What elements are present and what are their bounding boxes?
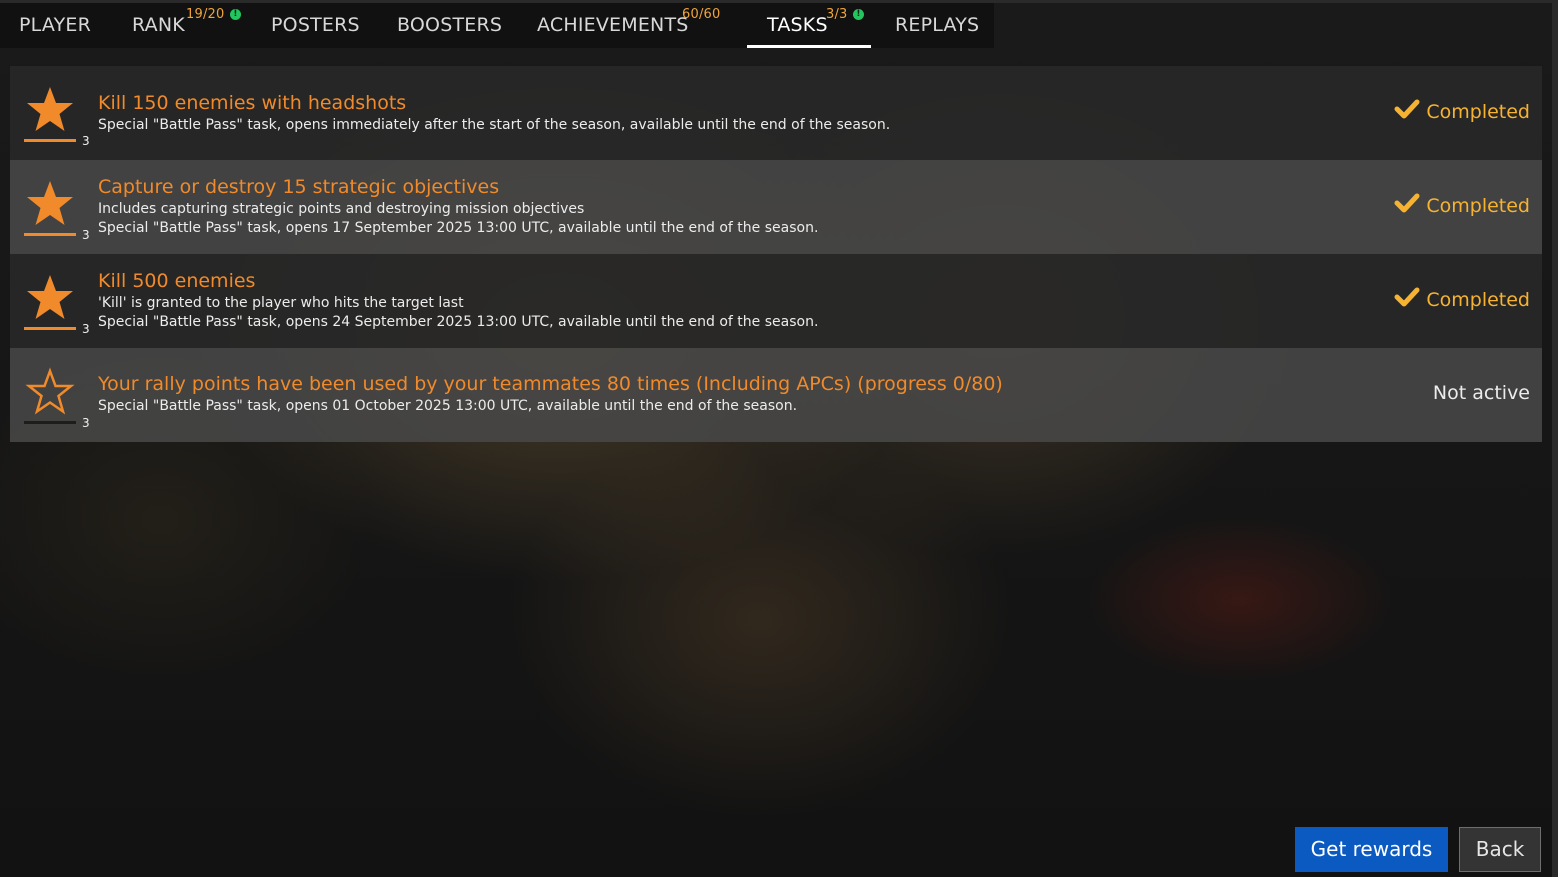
tab-replays-label: REPLAYS [895,14,980,36]
tab-boosters[interactable]: BOOSTERS [397,3,502,48]
tab-boosters-label: BOOSTERS [397,14,503,36]
task-title: Your rally points have been used by your… [98,373,1003,395]
task-availability: Special "Battle Pass" task, opens 24 Sep… [98,314,819,330]
task-status: Completed [1394,99,1530,124]
checkmark-icon [1394,193,1420,218]
task-availability: Special "Battle Pass" task, opens 01 Oct… [98,398,798,414]
get-rewards-button[interactable]: Get rewards [1295,827,1448,872]
tab-tasks-active-indicator [747,45,871,48]
star-filled-icon: 3 [24,178,90,242]
task-status-label: Completed [1426,100,1530,123]
tab-posters-label: POSTERS [271,14,360,36]
task-progress-bar [24,421,76,424]
checkmark-icon [1394,287,1420,312]
back-button[interactable]: Back [1459,827,1541,872]
task-progress-bar [24,327,76,330]
task-row[interactable]: 3 Kill 150 enemies with headshots Specia… [10,66,1542,160]
tab-replays[interactable]: REPLAYS [895,3,979,48]
checkmark-icon [1394,99,1420,124]
star-outline-icon: 3 [24,366,90,430]
task-star-count: 3 [82,134,90,148]
task-star-count: 3 [82,416,90,430]
task-title: Capture or destroy 15 strategic objectiv… [98,176,500,198]
task-title: Kill 500 enemies [98,270,256,292]
star-filled-icon: 3 [24,84,90,148]
tab-bar: PLAYER RANK 19/20 ! POSTERS BOOSTERS ACH… [0,3,994,48]
task-status: Completed [1394,287,1530,312]
tab-tasks[interactable]: TASKS 3/3 ! [747,3,871,48]
task-list: 3 Kill 150 enemies with headshots Specia… [10,66,1542,442]
tab-rank-count: 19/20 [186,7,225,22]
tab-tasks-count: 3/3 [826,7,848,22]
task-row[interactable]: 3 Kill 500 enemies 'Kill' is granted to … [10,254,1542,348]
task-status: Not active [1433,382,1530,404]
task-description: 'Kill' is granted to the player who hits… [98,295,464,311]
star-filled-icon: 3 [24,272,90,336]
tab-achievements[interactable]: ACHIEVEMENTS 60/60 [537,3,720,48]
task-progress-bar [24,139,76,142]
task-status-label: Not active [1432,382,1530,404]
tab-rank[interactable]: RANK 19/20 ! [132,3,241,48]
task-title: Kill 150 enemies with headshots [98,92,407,114]
tab-achievements-label: ACHIEVEMENTS [537,14,689,36]
task-availability: Special "Battle Pass" task, opens 17 Sep… [98,220,819,236]
task-status-label: Completed [1426,288,1530,311]
task-star-count: 3 [82,322,90,336]
tab-tasks-notice-icon: ! [853,9,864,20]
task-row[interactable]: 3 Capture or destroy 15 strategic object… [10,160,1542,254]
task-progress-bar [24,233,76,236]
tab-player-label: PLAYER [19,14,92,36]
tab-rank-label: RANK [132,14,185,36]
task-description: Includes capturing strategic points and … [98,201,585,217]
tab-achievements-count: 60/60 [682,7,721,22]
tab-rank-notice-icon: ! [230,9,241,20]
tab-posters[interactable]: POSTERS [271,3,360,48]
task-description: Special "Battle Pass" task, opens immedi… [98,117,891,133]
tab-tasks-label: TASKS [767,14,828,36]
tab-player[interactable]: PLAYER [19,3,91,48]
task-status: Completed [1394,193,1530,218]
task-star-count: 3 [82,228,90,242]
task-row[interactable]: 3 Your rally points have been used by yo… [10,348,1542,442]
task-status-label: Completed [1426,194,1530,217]
